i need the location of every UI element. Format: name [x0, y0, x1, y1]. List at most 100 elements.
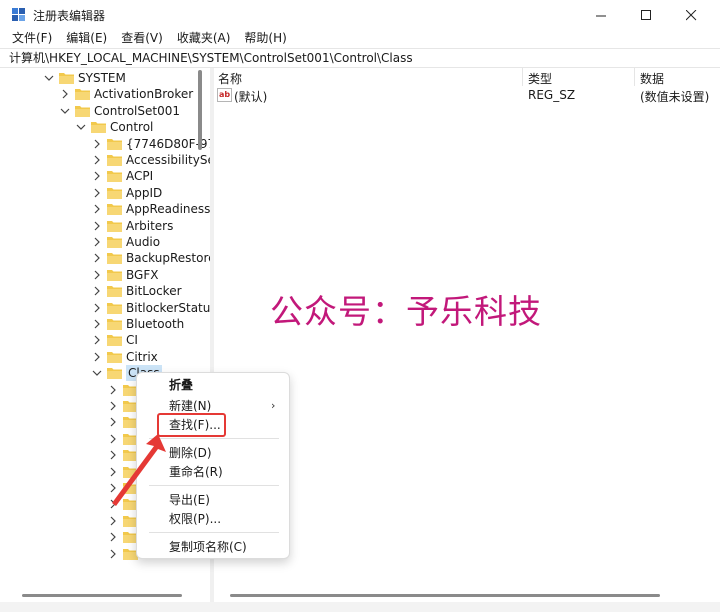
menu-item-export[interactable]: 导出(E) [169, 492, 210, 508]
tree-item-label: ACPI [126, 169, 154, 184]
menu-bar: 文件(F) 编辑(E) 查看(V) 收藏夹(A) 帮助(H) [0, 30, 720, 48]
value-type-cell: REG_SZ [528, 88, 576, 102]
folder-icon [107, 171, 122, 183]
folder-icon [107, 351, 122, 363]
folder-icon [75, 89, 90, 101]
folder-icon [107, 269, 122, 281]
chevron-right-icon[interactable] [92, 171, 102, 181]
menu-favorites[interactable]: 收藏夹(A) [177, 30, 231, 48]
chevron-right-icon[interactable] [108, 401, 118, 411]
chevron-down-icon[interactable] [60, 106, 70, 116]
tree-item[interactable]: BitLocker [92, 283, 182, 299]
address-bar[interactable]: 计算机\HKEY_LOCAL_MACHINE\SYSTEM\ControlSet… [0, 48, 720, 68]
chevron-right-icon[interactable] [108, 417, 118, 427]
tree-item[interactable]: BGFX [92, 267, 158, 283]
tree-item[interactable]: AppID [92, 185, 162, 201]
folder-icon [107, 220, 122, 232]
minimize-icon [595, 15, 606, 16]
menu-item-new[interactable]: 新建(N) [169, 398, 211, 414]
tree-item[interactable]: ControlSet001 [60, 103, 180, 119]
tree-item-label: BackupRestore [126, 251, 210, 266]
tree-item[interactable]: Audio [92, 234, 160, 250]
chevron-right-icon[interactable] [108, 516, 118, 526]
tree-item[interactable]: Bluetooth [92, 316, 184, 332]
tree-item-label: ControlSet001 [94, 103, 180, 118]
column-header-name[interactable]: 名称 [218, 70, 242, 87]
tree-item-label: Citrix [126, 349, 158, 364]
chevron-right-icon[interactable] [92, 286, 102, 296]
watermark-text: 公众号：予乐科技 [270, 292, 542, 331]
ab-string-icon: ab [217, 88, 232, 102]
tree-item[interactable]: Control [76, 119, 153, 135]
tree-item-label: CI [126, 333, 138, 348]
chevron-right-icon[interactable] [92, 303, 102, 313]
close-button[interactable] [668, 0, 714, 30]
chevron-right-icon[interactable] [92, 270, 102, 280]
folder-icon [107, 302, 122, 314]
value-name-cell[interactable]: (默认) [234, 88, 267, 105]
tree-item[interactable]: BitlockerStatu [92, 300, 210, 316]
folder-icon [107, 319, 122, 330]
chevron-right-icon[interactable] [92, 335, 102, 345]
chevron-right-icon[interactable] [92, 204, 102, 214]
column-header-data[interactable]: 数据 [640, 70, 664, 87]
chevron-down-icon[interactable] [92, 368, 102, 378]
column-divider[interactable] [522, 68, 523, 86]
chevron-right-icon[interactable] [92, 352, 102, 362]
tree-item-label: SYSTEM [78, 71, 126, 85]
column-divider[interactable] [634, 68, 635, 86]
menu-item-permissions[interactable]: 权限(P)... [169, 511, 221, 527]
folder-icon [107, 204, 122, 216]
folder-icon [107, 138, 122, 150]
tree-item-label: AppID [126, 185, 163, 200]
chevron-right-icon[interactable] [92, 221, 102, 231]
tree-item[interactable]: AppReadiness [92, 201, 210, 217]
chevron-right-icon[interactable] [108, 385, 118, 395]
chevron-down-icon[interactable] [44, 73, 54, 83]
window-title: 注册表编辑器 [33, 9, 106, 23]
chevron-right-icon[interactable] [92, 237, 102, 247]
menu-view[interactable]: 查看(V) [121, 30, 163, 48]
minimize-button[interactable] [578, 0, 624, 30]
tree-item[interactable]: CI [92, 332, 138, 348]
window-bottom-edge [0, 602, 720, 612]
chevron-right-icon[interactable] [92, 253, 102, 263]
maximize-button[interactable] [623, 0, 669, 30]
tree-item[interactable]: ActivationBroker [60, 86, 193, 102]
menu-item-delete[interactable]: 删除(D) [169, 445, 212, 461]
chevron-right-icon[interactable] [108, 549, 118, 559]
tree-item-label: Bluetooth [126, 317, 185, 331]
close-icon [685, 9, 696, 20]
menu-edit[interactable]: 编辑(E) [66, 30, 107, 48]
title-bar: 注册表编辑器 [0, 0, 720, 30]
column-header-type[interactable]: 类型 [528, 70, 552, 87]
tree-item[interactable]: BackupRestore [92, 250, 210, 266]
menu-item-collapse[interactable]: 折叠 [169, 377, 193, 393]
list-horizontal-scrollbar[interactable] [230, 594, 660, 597]
tree-item[interactable]: Citrix [92, 349, 158, 365]
tree-item[interactable]: {7746D80F-97 [92, 136, 210, 152]
menu-help[interactable]: 帮助(H) [244, 30, 286, 48]
folder-icon [107, 187, 122, 199]
chevron-right-icon[interactable] [92, 139, 102, 149]
chevron-right-icon[interactable] [60, 89, 70, 99]
tree-item[interactable]: SYSTEM [44, 70, 126, 86]
chevron-down-icon[interactable] [76, 122, 86, 132]
chevron-right-icon[interactable] [92, 188, 102, 198]
tree-item[interactable]: AccessibilitySe [92, 152, 210, 168]
tree-item-label: BitLocker [126, 284, 182, 299]
tree-horizontal-scrollbar[interactable] [22, 594, 182, 597]
chevron-right-icon[interactable] [92, 155, 102, 165]
annotation-arrow-icon [112, 434, 166, 506]
chevron-right-icon: › [271, 399, 276, 412]
tree-item[interactable]: Arbiters [92, 218, 173, 234]
menu-item-rename[interactable]: 重命名(R) [169, 464, 223, 480]
chevron-right-icon[interactable] [108, 532, 118, 542]
chevron-right-icon[interactable] [92, 319, 102, 329]
tree-item-label: BGFX [126, 267, 159, 282]
tree-vertical-scrollbar[interactable] [198, 70, 202, 150]
tree-item[interactable]: ACPI [92, 168, 153, 184]
menu-file[interactable]: 文件(F) [12, 30, 52, 48]
menu-item-copy-key-name[interactable]: 复制项名称(C) [169, 539, 247, 555]
tree-item-label: Audio [126, 235, 161, 249]
